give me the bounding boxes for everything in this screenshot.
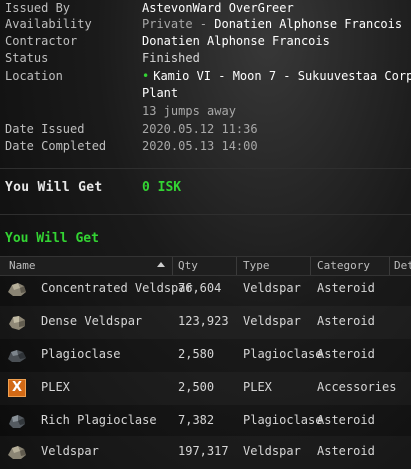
availability-label: Availability xyxy=(5,17,92,31)
contractor-label: Contractor xyxy=(5,34,78,48)
status-value: Finished xyxy=(142,51,200,65)
items-section-title: You Will Get xyxy=(5,231,99,246)
column-header-details[interactable]: Det xyxy=(394,259,411,272)
table-row[interactable]: Dense Veldspar 123,923 Veldspar Asteroid xyxy=(0,306,411,339)
plagioclase-ore-icon xyxy=(8,350,26,362)
you-will-get-isk-label: You Will Get xyxy=(5,180,103,195)
veldspar-ore-icon xyxy=(9,316,25,330)
column-header-category[interactable]: Category xyxy=(317,259,370,272)
item-category: Asteroid xyxy=(317,314,375,328)
availability-prefix: Private - xyxy=(142,17,215,31)
item-type: PLEX xyxy=(243,380,272,394)
date-issued-row: Date Issued 2020.05.12 11:36 xyxy=(0,122,411,139)
veldspar-ore-icon xyxy=(8,446,26,459)
table-row[interactable]: X PLEX 2,500 PLEX Accessories xyxy=(0,372,411,405)
isk-amount: 0 ISK xyxy=(142,180,182,195)
table-row[interactable]: Concentrated Veldspar 76,604 Veldspar As… xyxy=(0,273,411,306)
status-label: Status xyxy=(5,51,49,65)
item-type: Plagioclase xyxy=(243,413,323,427)
item-name: Plagioclase xyxy=(41,347,121,361)
item-qty: 7,382 xyxy=(178,413,215,427)
availability-value[interactable]: Donatien Alphonse Francois xyxy=(214,17,402,31)
item-type: Plagioclase xyxy=(243,347,323,361)
item-type: Veldspar xyxy=(243,444,301,458)
sort-ascending-icon[interactable] xyxy=(157,262,165,267)
jumps-away: 13 jumps away xyxy=(142,104,236,118)
item-category: Asteroid xyxy=(317,347,375,361)
item-type: Veldspar xyxy=(243,314,301,328)
contractor-value[interactable]: Donatien Alphonse Francois xyxy=(142,34,330,48)
issued-by-label: Issued By xyxy=(5,1,71,15)
item-name: Rich Plagioclase xyxy=(41,413,157,427)
jumps-row: 13 jumps away xyxy=(0,104,411,121)
availability-row: Availability Private - Donatien Alphonse… xyxy=(0,17,411,34)
item-qty: 123,923 xyxy=(178,314,229,328)
veldspar-ore-icon xyxy=(8,283,26,296)
availability-value-wrap: Private - Donatien Alphonse Francois xyxy=(142,17,402,31)
divider xyxy=(0,168,411,169)
date-completed-label: Date Completed xyxy=(5,139,107,153)
table-row[interactable]: Veldspar 197,317 Veldspar Asteroid xyxy=(0,436,411,469)
issued-by-value[interactable]: AstevonWard OverGreer xyxy=(142,1,294,15)
table-row[interactable]: Plagioclase 2,580 Plagioclase Asteroid xyxy=(0,339,411,372)
item-name: PLEX xyxy=(41,380,70,394)
date-completed-value: 2020.05.13 14:00 xyxy=(142,139,258,153)
item-category: Accessories xyxy=(317,380,397,394)
status-row: Status Finished xyxy=(0,51,411,68)
plex-icon: X xyxy=(8,379,26,397)
contract-details: Issued By AstevonWard OverGreer Availabi… xyxy=(0,0,411,469)
item-qty: 2,500 xyxy=(178,380,215,394)
date-completed-row: Date Completed 2020.05.13 14:00 xyxy=(0,139,411,156)
date-issued-label: Date Issued xyxy=(5,122,85,136)
location-line1: Kamio VI - Moon 7 - Sukuuvestaa Corpor xyxy=(153,69,411,83)
item-type: Veldspar xyxy=(243,281,301,295)
column-header-type[interactable]: Type xyxy=(243,259,270,272)
divider xyxy=(0,214,411,215)
item-category: Asteroid xyxy=(317,413,375,427)
location-label: Location xyxy=(5,69,63,83)
table-row[interactable]: Rich Plagioclase 7,382 Plagioclase Aster… xyxy=(0,405,411,438)
security-status-dot-icon: • xyxy=(142,69,150,83)
location-row: Location • Kamio VI - Moon 7 - Sukuuvesta… xyxy=(0,69,411,86)
item-category: Asteroid xyxy=(317,281,375,295)
date-issued-value: 2020.05.12 11:36 xyxy=(142,122,258,136)
item-category: Asteroid xyxy=(317,444,375,458)
location-row-2: Plant xyxy=(0,86,411,103)
column-header-name[interactable]: Name xyxy=(9,259,36,272)
item-name: Veldspar xyxy=(41,444,99,458)
item-qty: 2,580 xyxy=(178,347,215,361)
plagioclase-ore-icon xyxy=(9,415,25,428)
item-name: Dense Veldspar xyxy=(41,314,143,328)
column-header-qty[interactable]: Qty xyxy=(178,259,198,272)
item-name: Concentrated Veldspar xyxy=(41,281,193,295)
location-line2[interactable]: Plant xyxy=(142,86,178,100)
item-qty: 197,317 xyxy=(178,444,229,458)
location-value[interactable]: • Kamio VI - Moon 7 - Sukuuvestaa Corpor xyxy=(142,69,411,83)
issued-by-row: Issued By AstevonWard OverGreer xyxy=(0,1,411,18)
item-qty: 76,604 xyxy=(178,281,222,295)
contractor-row: Contractor Donatien Alphonse Francois xyxy=(0,34,411,51)
